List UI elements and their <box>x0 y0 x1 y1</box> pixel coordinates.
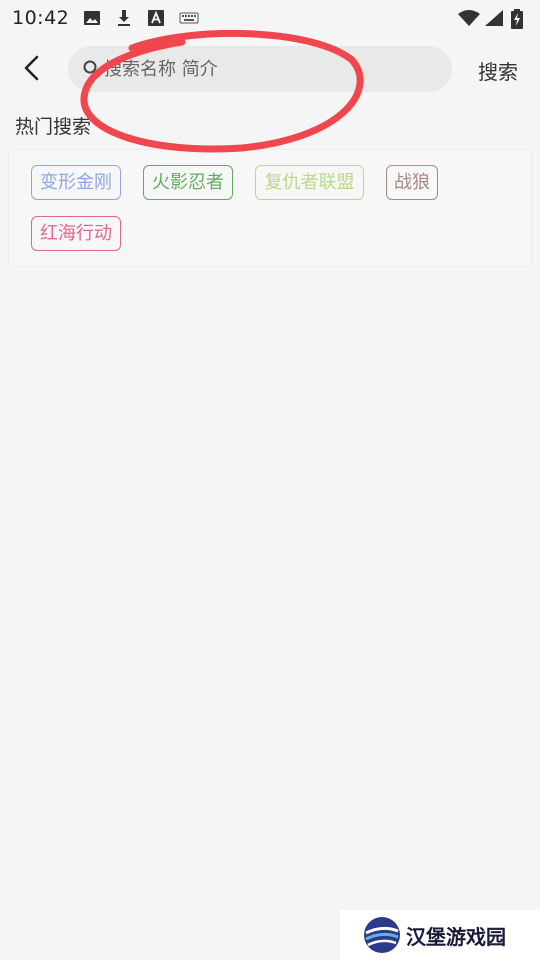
download-icon <box>115 9 133 27</box>
watermark-logo <box>364 917 400 953</box>
status-time: 10:42 <box>12 7 70 29</box>
image-icon <box>83 9 101 27</box>
hot-tag[interactable]: 红海行动 <box>31 216 121 251</box>
search-button[interactable]: 搜索 <box>470 52 526 88</box>
watermark: 汉堡游戏园 <box>340 910 540 960</box>
battery-charging-icon <box>510 9 528 29</box>
status-icons-left <box>83 9 199 27</box>
chevron-left-icon <box>24 55 39 81</box>
status-bar: 10:42 <box>0 0 540 36</box>
search-box[interactable] <box>68 46 452 92</box>
back-button[interactable] <box>14 50 50 86</box>
wifi-icon <box>458 9 480 27</box>
status-icons-right <box>458 9 528 29</box>
keyboard-icon <box>179 9 199 27</box>
hot-tag[interactable]: 火影忍者 <box>143 165 233 200</box>
hot-search-panel: 变形金刚 火影忍者 复仇者联盟 战狼 红海行动 <box>8 149 532 267</box>
signal-icon <box>484 9 503 27</box>
watermark-text: 汉堡游戏园 <box>406 924 506 949</box>
hot-tag[interactable]: 复仇者联盟 <box>255 165 364 200</box>
font-icon <box>147 9 165 27</box>
search-bar-row: 搜索 <box>0 44 540 94</box>
hot-tag[interactable]: 变形金刚 <box>31 165 121 200</box>
hot-search-title: 热门搜索 <box>15 116 92 138</box>
hot-tag[interactable]: 战狼 <box>386 165 438 200</box>
search-icon <box>83 60 101 78</box>
search-input[interactable] <box>104 49 424 89</box>
